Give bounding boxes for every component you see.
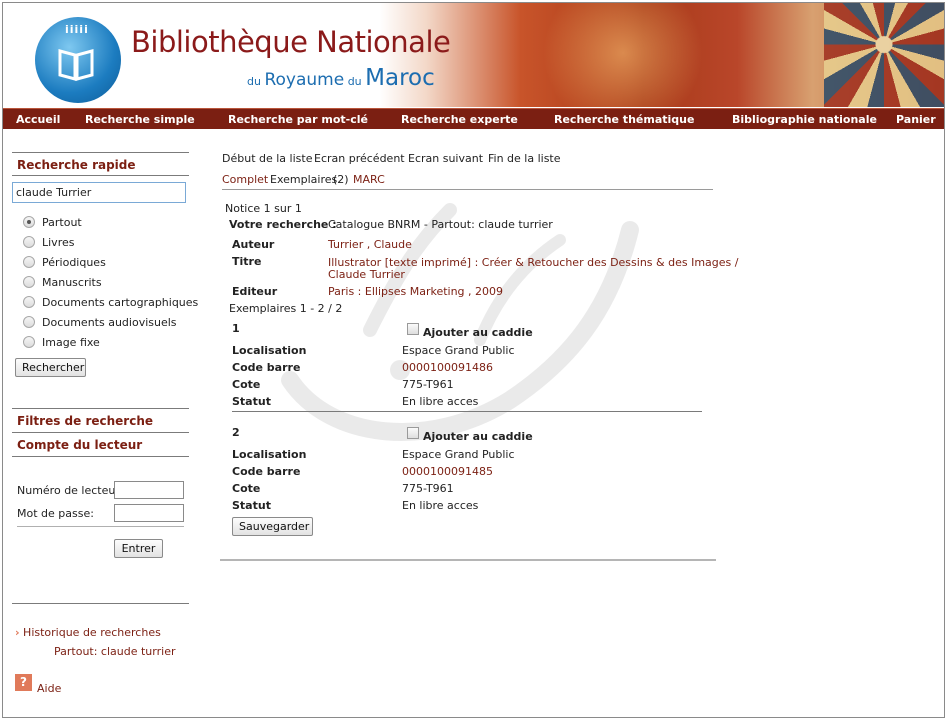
votre-recherche-value: Catalogue BNRM - Partout: claude turrier: [328, 218, 553, 231]
nav-recherche-thematique[interactable]: Recherche thématique: [554, 113, 694, 126]
copy-number: 2: [232, 426, 240, 439]
filters-title[interactable]: Filtres de recherche: [17, 414, 153, 428]
nav-accueil[interactable]: Accueil: [16, 113, 60, 126]
tab-marc[interactable]: MARC: [353, 173, 385, 186]
divider: [222, 189, 713, 190]
help-link[interactable]: Aide: [37, 682, 61, 695]
account-title[interactable]: Compte du lecteur: [17, 438, 142, 452]
book-icon: [58, 49, 94, 81]
radio-image-fixe[interactable]: Image fixe: [23, 335, 100, 349]
divider: [17, 526, 184, 527]
divider: [12, 456, 189, 457]
editeur-label: Editeur: [232, 285, 278, 298]
add-to-cart-label[interactable]: Ajouter au caddie: [423, 430, 533, 443]
reader-number-input[interactable]: [114, 481, 184, 499]
pager-first[interactable]: Début de la liste: [222, 152, 312, 165]
history-link[interactable]: › Historique de recherches: [15, 626, 161, 639]
radio-button[interactable]: [23, 236, 35, 248]
banner-zellige-pattern: [824, 3, 944, 107]
pager-last[interactable]: Fin de la liste: [488, 152, 561, 165]
enter-button[interactable]: Entrer: [114, 539, 163, 558]
logo-pillars: iiiii: [65, 23, 89, 36]
password-label: Mot de passe:: [17, 507, 94, 520]
divider: [12, 603, 189, 604]
tab-complet[interactable]: Complet: [222, 173, 268, 186]
divider: [12, 152, 189, 153]
quick-search-input[interactable]: [12, 182, 186, 203]
reader-number-label: Numéro de lecteur:: [17, 484, 124, 497]
statut-label: Statut: [232, 499, 271, 512]
radio-documents-audiovisuels[interactable]: Documents audiovisuels: [23, 315, 177, 329]
statut-value: En libre acces: [402, 395, 479, 408]
radio-documents-cartographiques[interactable]: Documents cartographiques: [23, 295, 198, 309]
divider: [232, 411, 702, 412]
radio-periodiques[interactable]: Périodiques: [23, 255, 106, 269]
cote-label: Cote: [232, 378, 261, 391]
statut-label: Statut: [232, 395, 271, 408]
code-barre-link[interactable]: 0000100091485: [402, 465, 493, 478]
titre-link-line2[interactable]: Claude Turrier: [328, 268, 405, 281]
banner-glow: [543, 3, 703, 107]
localisation-value: Espace Grand Public: [402, 344, 515, 357]
titre-label: Titre: [232, 255, 262, 268]
password-input[interactable]: [114, 504, 184, 522]
exemplaires-count: (2): [333, 173, 349, 186]
notice-count: Notice 1 sur 1: [225, 202, 302, 215]
nav-recherche-experte[interactable]: Recherche experte: [401, 113, 518, 126]
save-button[interactable]: Sauvegarder: [232, 517, 313, 536]
nav-recherche-simple[interactable]: Recherche simple: [85, 113, 195, 126]
divider: [220, 559, 716, 561]
history-item[interactable]: Partout: claude turrier: [54, 645, 175, 658]
cote-value: 775-T961: [402, 482, 454, 495]
header-banner: iiiii Bibliothèque Nationale du Royaume …: [3, 3, 944, 107]
code-barre-label: Code barre: [232, 361, 301, 374]
radio-button[interactable]: [23, 276, 35, 288]
statut-value: En libre acces: [402, 499, 479, 512]
radio-button[interactable]: [23, 216, 35, 228]
site-title: Bibliothèque Nationale: [131, 25, 451, 59]
editeur-link[interactable]: Paris : Ellipses Marketing , 2009: [328, 285, 503, 298]
radio-livres[interactable]: Livres: [23, 235, 74, 249]
nav-bibliographie-nationale[interactable]: Bibliographie nationale: [732, 113, 877, 126]
copy-number: 1: [232, 322, 240, 335]
help-icon[interactable]: ?: [15, 674, 32, 691]
main-nav: Accueil Recherche simple Recherche par m…: [3, 108, 944, 129]
exemplaires-range: Exemplaires 1 - 2 / 2: [229, 302, 343, 315]
code-barre-link[interactable]: 0000100091486: [402, 361, 493, 374]
cote-value: 775-T961: [402, 378, 454, 391]
divider: [12, 175, 189, 176]
pager-next[interactable]: Ecran suivant: [408, 152, 483, 165]
radio-manuscrits[interactable]: Manuscrits: [23, 275, 102, 289]
divider: [12, 408, 189, 409]
site-subtitle: du Royaume du Maroc: [247, 65, 435, 91]
votre-recherche-label: Votre recherche :: [229, 218, 337, 231]
add-to-cart-checkbox[interactable]: [407, 323, 419, 335]
auteur-link[interactable]: Turrier , Claude: [328, 238, 412, 251]
add-to-cart-checkbox[interactable]: [407, 427, 419, 439]
search-button[interactable]: Rechercher: [15, 358, 86, 377]
radio-button[interactable]: [23, 316, 35, 328]
add-to-cart-label[interactable]: Ajouter au caddie: [423, 326, 533, 339]
localisation-label: Localisation: [232, 448, 307, 461]
nav-recherche-mot-cle[interactable]: Recherche par mot-clé: [228, 113, 368, 126]
radio-button[interactable]: [23, 296, 35, 308]
code-barre-label: Code barre: [232, 465, 301, 478]
pager-prev[interactable]: Ecran précédent: [314, 152, 405, 165]
nav-panier[interactable]: Panier: [896, 113, 936, 126]
auteur-label: Auteur: [232, 238, 275, 251]
chevron-right-icon: ›: [15, 626, 20, 639]
cote-label: Cote: [232, 482, 261, 495]
radio-button[interactable]: [23, 256, 35, 268]
tab-exemplaires[interactable]: Exemplaires: [270, 173, 337, 186]
localisation-value: Espace Grand Public: [402, 448, 515, 461]
radio-partout[interactable]: Partout: [23, 215, 82, 229]
quick-search-title: Recherche rapide: [17, 158, 136, 172]
localisation-label: Localisation: [232, 344, 307, 357]
radio-button[interactable]: [23, 336, 35, 348]
divider: [12, 432, 189, 433]
